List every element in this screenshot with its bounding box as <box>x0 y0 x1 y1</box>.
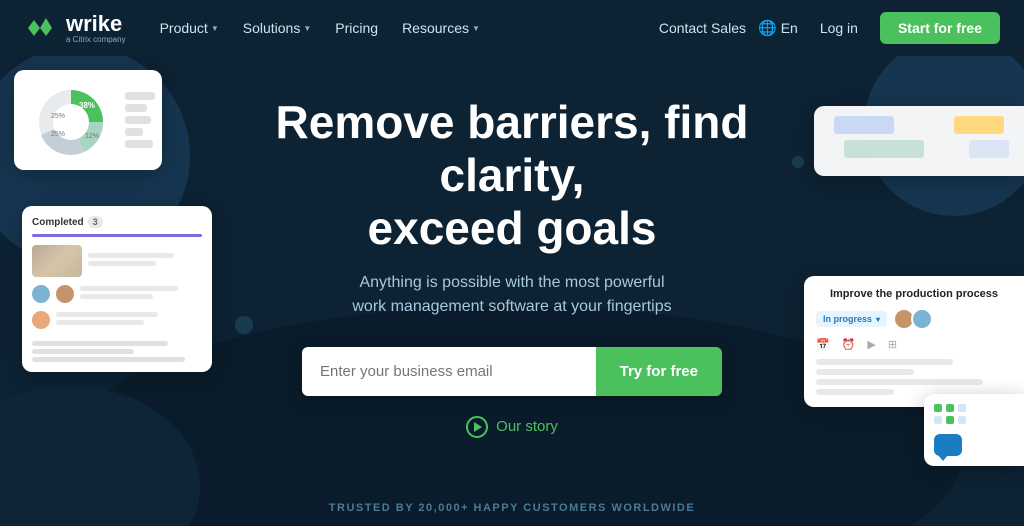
try-for-free-button[interactable]: Try for free <box>596 347 722 396</box>
nav-resources[interactable]: Resources ▼ <box>392 12 490 44</box>
language-selector[interactable]: 🌐 En <box>758 19 798 37</box>
start-for-free-button[interactable]: Start for free <box>880 12 1000 44</box>
brand-tagline: a Citrix company <box>66 35 126 44</box>
nav-links: Product ▼ Solutions ▼ Pricing Resources … <box>150 12 659 44</box>
hero-subtitle: Anything is possible with the most power… <box>342 271 682 319</box>
nav-pricing[interactable]: Pricing <box>325 12 388 44</box>
play-circle-icon <box>466 416 488 438</box>
hero-section: 38% 25% 25% 12% Completed 3 <box>0 56 1024 526</box>
brand-name: wrike <box>66 13 126 35</box>
chevron-down-icon: ▼ <box>303 24 311 33</box>
login-button[interactable]: Log in <box>810 14 868 42</box>
logo[interactable]: wrike a Citrix company <box>24 13 126 44</box>
trusted-text: TRUSTED BY 20,000+ HAPPY CUSTOMERS WORLD… <box>0 502 1024 514</box>
hero-content: Remove barriers, find clarity, exceed go… <box>20 96 1004 438</box>
hero-title: Remove barriers, find clarity, exceed go… <box>232 96 792 255</box>
nav-right: Contact Sales 🌐 En Log in Start for free <box>659 12 1000 44</box>
navbar: wrike a Citrix company Product ▼ Solutio… <box>0 0 1024 56</box>
nav-product[interactable]: Product ▼ <box>150 12 229 44</box>
globe-icon: 🌐 <box>758 19 777 37</box>
email-input[interactable] <box>302 347 596 396</box>
chevron-down-icon: ▼ <box>472 24 480 33</box>
play-triangle-icon <box>474 422 482 432</box>
chevron-down-icon: ▼ <box>211 24 219 33</box>
contact-sales-link[interactable]: Contact Sales <box>659 20 746 36</box>
our-story-link[interactable]: Our story <box>20 416 1004 438</box>
nav-solutions[interactable]: Solutions ▼ <box>233 12 322 44</box>
email-cta-group: Try for free <box>302 347 722 396</box>
